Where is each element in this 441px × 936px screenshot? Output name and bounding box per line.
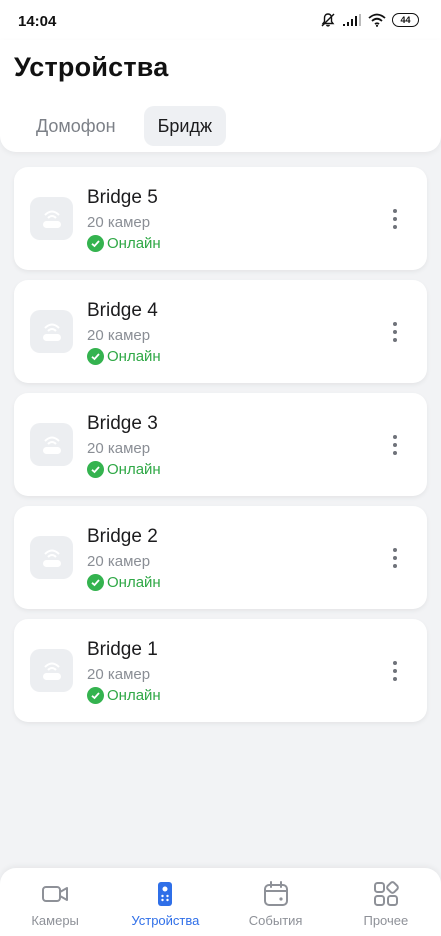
device-camera-count: 20 камер [87,440,151,457]
more-options-icon[interactable] [385,320,405,344]
device-status: Онлайн [87,461,161,478]
device-status-label: Онлайн [107,574,161,591]
nav-item-more[interactable]: Прочее [331,868,441,936]
tab-bridge[interactable]: Бридж [143,106,226,146]
device-card[interactable]: Bridge 4 20 камер Онлайн [14,280,427,383]
device-camera-count: 20 камер [87,214,151,231]
device-name: Bridge 2 [87,526,158,547]
nav-item-cameras[interactable]: Камеры [0,868,110,936]
device-status-label: Онлайн [107,687,161,704]
bridge-icon [30,536,73,579]
device-name: Bridge 3 [87,413,158,434]
tab-domofon[interactable]: Домофон [22,106,130,146]
device-status-label: Онлайн [107,235,161,252]
status-bar: 14:04 44 [0,0,441,40]
device-status: Онлайн [87,687,161,704]
bridge-icon [30,310,73,353]
nav-item-devices[interactable]: Устройства [110,868,220,936]
device-name: Bridge 5 [87,187,158,208]
camera-icon [41,880,69,908]
check-circle-icon [87,461,104,478]
check-circle-icon [87,348,104,365]
bridge-icon [30,423,73,466]
check-circle-icon [87,235,104,252]
nav-label: События [248,913,303,928]
page-title: Устройства [14,52,169,82]
bell-off-icon [321,13,335,27]
device-card[interactable]: Bridge 1 20 камер Онлайн [14,619,427,722]
device-card[interactable]: Bridge 3 20 камер Онлайн [14,393,427,496]
check-circle-icon [87,574,104,591]
wifi-icon [368,13,386,27]
status-icons: 44 [320,11,419,29]
tab-bar: Домофон Бридж [22,106,226,146]
device-card[interactable]: Bridge 2 20 камер Онлайн [14,506,427,609]
bridge-icon [30,649,73,692]
signal-icon [343,14,361,26]
bridge-icon [30,197,73,240]
nav-item-events[interactable]: События [221,868,331,936]
device-camera-count: 20 камер [87,666,151,683]
grid-icon [372,880,400,908]
device-card[interactable]: Bridge 5 20 камер Онлайн [14,167,427,270]
device-status: Онлайн [87,235,161,252]
battery-indicator: 44 [392,13,419,27]
device-camera-count: 20 камер [87,553,151,570]
device-camera-count: 20 камер [87,327,151,344]
calendar-icon [262,880,290,908]
nav-label: Устройства [131,913,200,928]
more-options-icon[interactable] [385,659,405,683]
check-circle-icon [87,687,104,704]
device-status: Онлайн [87,348,161,365]
more-options-icon[interactable] [385,207,405,231]
bottom-nav: Камеры Устройства События Прочее [0,868,441,936]
nav-label: Камеры [31,913,79,928]
device-status-label: Онлайн [107,348,161,365]
nav-label: Прочее [363,913,409,928]
device-list: Bridge 5 20 камер Онлайн Bridge 4 20 кам… [14,167,427,732]
device-name: Bridge 1 [87,639,158,660]
device-status: Онлайн [87,574,161,591]
device-name: Bridge 4 [87,300,158,321]
more-options-icon[interactable] [385,546,405,570]
device-status-label: Онлайн [107,461,161,478]
intercom-icon [151,880,179,908]
status-time: 14:04 [18,13,57,30]
more-options-icon[interactable] [385,433,405,457]
header: Устройства Домофон Бридж [0,40,441,152]
